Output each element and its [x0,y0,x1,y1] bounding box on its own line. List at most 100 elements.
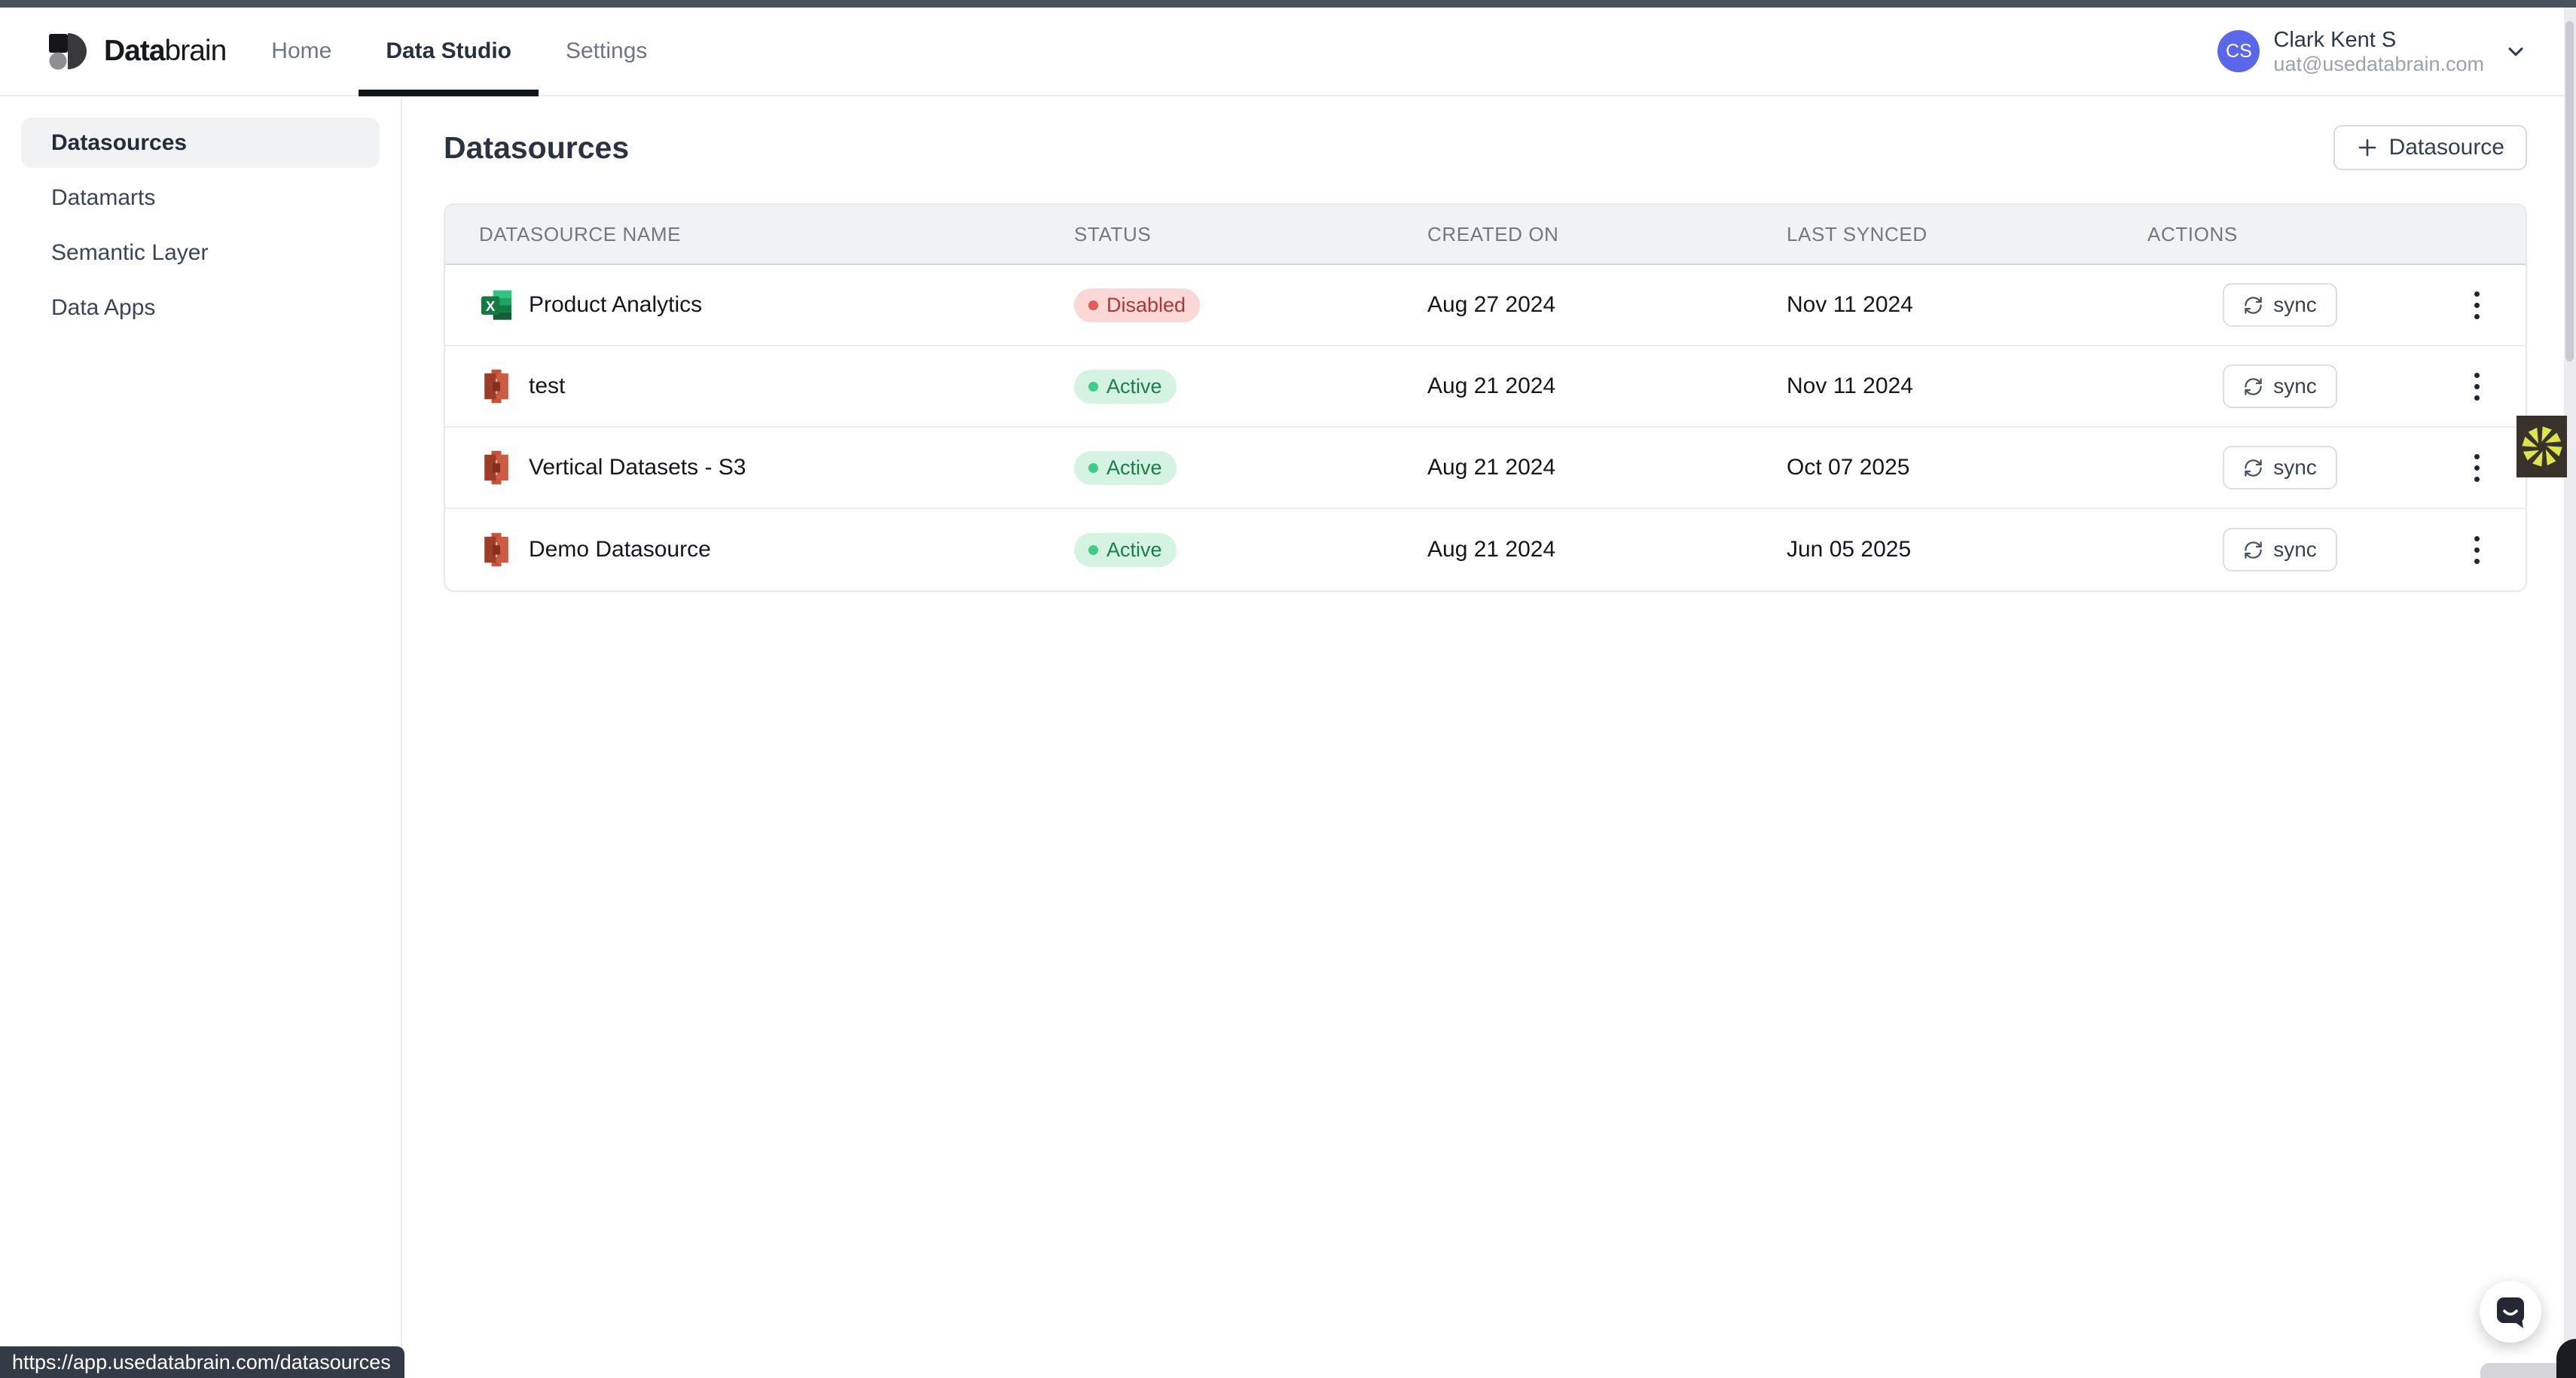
datasource-name-cell: test [479,369,1074,404]
row-menu-kebab-icon[interactable] [2462,282,2492,328]
datasource-name: Product Analytics [529,292,702,318]
last-synced-value: Oct 07 2025 [1787,455,2147,480]
col-actions: ACTIONS [2147,223,2492,246]
page-title: Datasources [444,130,629,166]
sidebar: Datasources Datamarts Semantic Layer Dat… [0,98,402,1378]
datasources-table: DATASOURCE NAME STATUS CREATED ON LAST S… [444,203,2527,592]
sidebar-item-datasources[interactable]: Datasources [21,117,380,168]
brand-name-rest: brain [165,35,227,67]
created-on-value: Aug 21 2024 [1427,537,1787,562]
user-name: Clark Kent S [2273,28,2484,53]
nav-data-studio[interactable]: Data Studio [359,8,539,95]
sync-label: sync [2273,456,2317,480]
status-dot-icon [1088,463,1098,473]
sidebar-item-datamarts[interactable]: Datamarts [21,172,380,223]
status-badge: Active [1074,533,1177,567]
user-email: uat@usedatabrain.com [2273,53,2484,75]
page-header: Datasources Datasource [444,125,2527,170]
status-label: Active [1106,456,1162,480]
col-datasource-name: DATASOURCE NAME [479,223,1074,246]
redshift-icon [479,532,514,567]
add-datasource-label: Datasource [2389,135,2504,160]
table-row: X Product Analytics Disabled Aug 27 2024… [445,265,2526,346]
sync-button[interactable]: sync [2223,446,2337,489]
row-menu-kebab-icon[interactable] [2462,445,2492,490]
status-badge: Disabled [1074,288,1200,322]
sync-label: sync [2273,538,2317,562]
datasource-name-cell: Demo Datasource [479,532,1074,567]
nav-home[interactable]: Home [244,8,359,95]
window-top-edge [0,0,2576,8]
table-row: Demo Datasource Active Aug 21 2024 Jun 0… [445,509,2526,590]
brand-name-bold: Data [104,35,165,67]
actions-cell: sync [2147,527,2492,572]
table-header: DATASOURCE NAME STATUS CREATED ON LAST S… [445,205,2526,265]
asterisk-icon [2520,425,2564,468]
created-on-value: Aug 27 2024 [1427,292,1787,318]
window-bottom-bar [2480,1363,2567,1378]
status-label: Disabled [1106,294,1186,317]
datasource-name: test [529,373,565,399]
messenger-icon [2492,1294,2529,1330]
actions-cell: sync [2147,282,2492,328]
datasource-name: Demo Datasource [529,537,711,562]
table-row: test Active Aug 21 2024 Nov 11 2024 sync [445,346,2526,428]
nav-settings[interactable]: Settings [539,8,674,95]
brand: Databrain [47,30,226,72]
excel-icon: X [479,288,514,322]
created-on-value: Aug 21 2024 [1427,455,1787,480]
sidebar-item-semantic-layer[interactable]: Semantic Layer [21,227,380,278]
svg-text:X: X [486,298,496,314]
sync-label: sync [2273,293,2317,317]
main-content: Datasources Datasource DATASOURCE NAME S… [402,98,2576,1378]
refresh-icon [2243,458,2263,478]
user-info: Clark Kent S uat@usedatabrain.com [2273,28,2484,75]
sidebar-item-data-apps[interactable]: Data Apps [21,282,380,333]
chat-launcher-button[interactable] [2480,1281,2541,1343]
refresh-icon [2243,295,2263,316]
refresh-icon [2243,540,2263,560]
avatar: CS [2217,30,2260,72]
datasource-name-cell: X Product Analytics [479,288,1074,322]
row-menu-kebab-icon[interactable] [2462,364,2492,409]
status-label: Active [1106,538,1162,562]
brand-wordmark: Databrain [104,35,226,68]
redshift-icon [479,369,514,404]
status-badge: Active [1074,370,1177,404]
chevron-down-icon[interactable] [2504,39,2528,63]
databrain-logo-icon [47,30,89,72]
scrollbar-thumb[interactable] [2565,21,2574,361]
col-status: STATUS [1074,223,1427,246]
sync-label: sync [2273,374,2317,398]
plus-icon [2356,136,2379,159]
last-synced-value: Nov 11 2024 [1787,292,2147,318]
sync-button[interactable]: sync [2223,283,2337,327]
last-synced-value: Nov 11 2024 [1787,373,2147,399]
actions-cell: sync [2147,364,2492,409]
refresh-icon [2243,377,2263,397]
col-created-on: CREATED ON [1427,223,1787,246]
primary-nav: Home Data Studio Settings [244,8,674,95]
status-badge: Active [1074,451,1177,485]
user-menu[interactable]: CS Clark Kent S uat@usedatabrain.com [2217,28,2528,75]
col-last-synced: LAST SYNCED [1787,223,2147,246]
status-dot-icon [1088,300,1098,310]
link-preview-url: https://app.usedatabrain.com/datasources [12,1351,391,1374]
status-dot-icon [1088,382,1098,392]
top-navbar: Databrain Home Data Studio Settings CS C… [0,8,2576,96]
link-preview-tooltip: https://app.usedatabrain.com/datasources [0,1346,404,1378]
add-datasource-button[interactable]: Datasource [2333,125,2527,170]
status-label: Active [1106,375,1162,398]
sync-button[interactable]: sync [2223,364,2337,408]
datasource-name: Vertical Datasets - S3 [529,455,746,480]
datasource-name-cell: Vertical Datasets - S3 [479,450,1074,485]
side-widget-button[interactable] [2516,416,2567,477]
actions-cell: sync [2147,445,2492,490]
row-menu-kebab-icon[interactable] [2462,527,2492,572]
vertical-scrollbar[interactable] [2564,8,2576,1378]
sync-button[interactable]: sync [2223,528,2337,572]
status-dot-icon [1088,545,1098,555]
created-on-value: Aug 21 2024 [1427,373,1787,399]
redshift-icon [479,450,514,485]
table-row: Vertical Datasets - S3 Active Aug 21 202… [445,428,2526,509]
